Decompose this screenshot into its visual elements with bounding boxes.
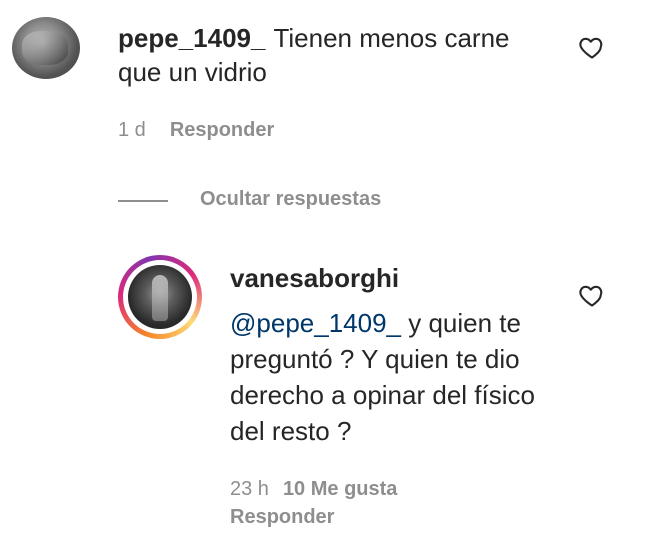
avatar-photo bbox=[22, 31, 68, 65]
replier-avatar bbox=[128, 265, 192, 329]
reply-reply-button[interactable]: Responder bbox=[230, 506, 334, 529]
reply-meta: 23 h 10 Me gusta bbox=[230, 478, 397, 501]
story-ring[interactable] bbox=[118, 255, 202, 339]
hide-replies-button[interactable]: Ocultar respuestas bbox=[200, 188, 381, 211]
comment-meta: 1 d Responder bbox=[118, 119, 274, 142]
mention-link[interactable]: @pepe_1409_ bbox=[230, 308, 401, 338]
comment-username[interactable]: pepe_1409_ bbox=[118, 23, 265, 53]
replies-divider bbox=[118, 200, 168, 202]
reply-time: 23 h bbox=[230, 478, 269, 500]
reply-likes[interactable]: 10 Me gusta bbox=[283, 478, 397, 500]
heart-icon[interactable] bbox=[578, 281, 606, 309]
comment-reply-button[interactable]: Responder bbox=[170, 119, 274, 141]
commenter-avatar[interactable] bbox=[12, 17, 80, 79]
reply-username[interactable]: vanesaborghi bbox=[230, 262, 399, 294]
ring-gap bbox=[123, 260, 197, 334]
avatar-photo bbox=[152, 275, 168, 321]
comment-body: pepe_1409_ Tienen menos carne que un vidr… bbox=[118, 21, 548, 89]
comment-time: 1 d bbox=[118, 119, 146, 141]
reply-body: @pepe_1409_ y quien te preguntó ? Y quie… bbox=[230, 305, 560, 449]
heart-icon[interactable] bbox=[578, 33, 606, 61]
